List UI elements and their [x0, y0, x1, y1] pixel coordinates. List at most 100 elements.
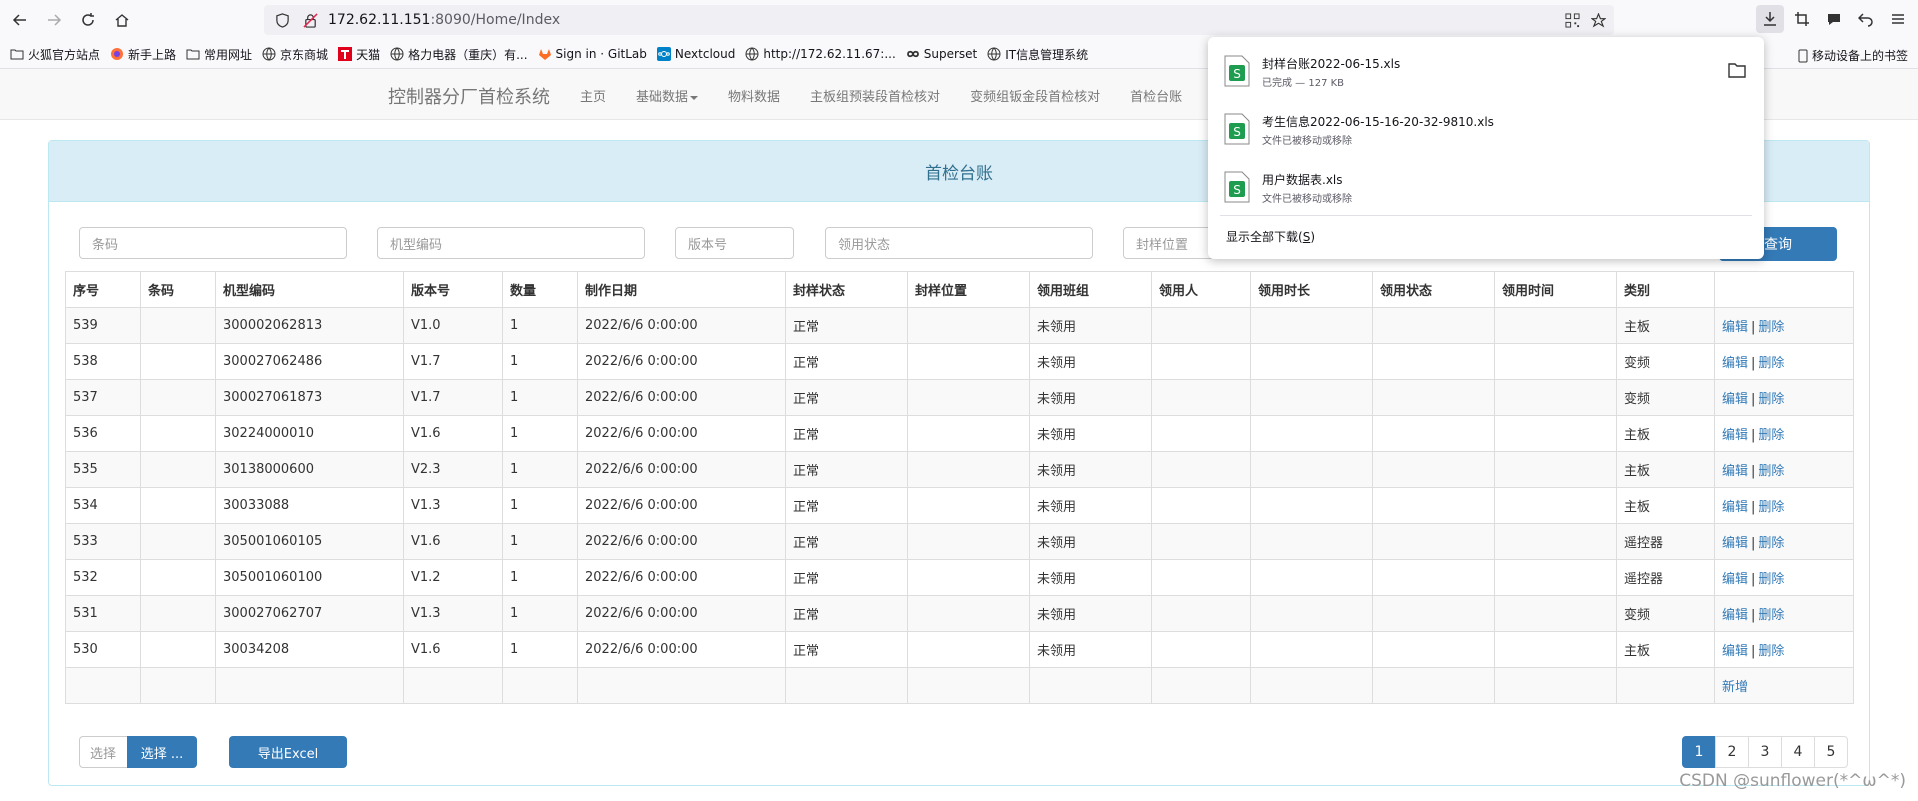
bookmark-star-icon[interactable] [1588, 10, 1608, 30]
cell-duration [1250, 595, 1373, 632]
cell-actions: 编辑 | 删除 [1714, 451, 1854, 488]
edit-link[interactable]: 编辑 [1722, 356, 1748, 371]
cell-use-time [1494, 343, 1617, 380]
reload-button[interactable] [74, 6, 102, 34]
mobile-device-icon [1797, 49, 1809, 63]
downloads-button[interactable] [1756, 5, 1784, 33]
version-input[interactable]: 版本号 [675, 227, 794, 259]
edit-link[interactable]: 编辑 [1722, 536, 1748, 551]
gitlab-icon [538, 47, 552, 61]
bookmark-item[interactable]: http://172.62.11.67:... [745, 47, 896, 61]
delete-link[interactable]: 删除 [1758, 572, 1784, 587]
bookmark-item[interactable]: IT信息管理系统 [987, 46, 1088, 63]
back-button[interactable] [6, 6, 34, 34]
column-header: 条码 [140, 271, 216, 308]
separator: | [1751, 572, 1756, 587]
bookmark-item[interactable]: 常用网址 [186, 46, 252, 63]
show-all-downloads[interactable]: 显示全部下载(S) [1226, 228, 1315, 245]
folder-icon[interactable] [1728, 62, 1746, 78]
edit-link[interactable]: 编辑 [1722, 500, 1748, 515]
cell-category: 主板 [1616, 415, 1715, 452]
cell-team: 未领用 [1029, 487, 1152, 524]
edit-link[interactable]: 编辑 [1722, 320, 1748, 335]
delete-link[interactable]: 删除 [1758, 464, 1784, 479]
forward-button[interactable] [40, 6, 68, 34]
edit-link[interactable]: 编辑 [1722, 572, 1748, 587]
nav-item-inverter-check[interactable]: 变频组钣金段首检核对 [970, 86, 1100, 105]
url-text[interactable]: 172.62.11.151:8090/Home/Index [328, 12, 560, 28]
edit-link[interactable]: 编辑 [1722, 392, 1748, 407]
model-input[interactable]: 机型编码 [377, 227, 645, 259]
qr-code-icon[interactable] [1562, 10, 1582, 30]
table-row: 534 30033088 V1.3 1 2022/6/6 0:00:00 正常 未领用 主板编… [65, 487, 1854, 524]
cell-barcode [140, 343, 216, 380]
page-button[interactable]: 2 [1715, 736, 1749, 768]
nav-item-material-data[interactable]: 物料数据 [728, 86, 780, 105]
home-button[interactable] [108, 6, 136, 34]
nav-item-base-data[interactable]: 基础数据 [636, 86, 699, 105]
download-item[interactable]: S 考生信息2022-06-15-16-20-32-9810.xls 文件已被移… [1208, 103, 1764, 155]
empty-cell [1151, 667, 1251, 704]
bookmark-item[interactable]: 新手上路 [110, 46, 176, 63]
delete-link[interactable]: 删除 [1758, 644, 1784, 659]
mobile-bookmarks[interactable]: 移动设备上的书签 [1797, 47, 1908, 64]
export-excel-button[interactable]: 导出Excel [229, 736, 347, 768]
brand-title[interactable]: 控制器分厂首检系统 [388, 83, 550, 109]
screenshot-button[interactable] [1788, 5, 1816, 33]
cell-date: 2022/6/6 0:00:00 [577, 379, 786, 416]
delete-link[interactable]: 删除 [1758, 536, 1784, 551]
delete-link[interactable]: 删除 [1758, 608, 1784, 623]
barcode-input[interactable]: 条码 [79, 227, 347, 259]
bookmark-item[interactable]: Superset [906, 47, 978, 61]
bookmark-item[interactable]: 火狐官方站点 [10, 46, 100, 63]
page-button[interactable]: 5 [1814, 736, 1848, 768]
page-button[interactable]: 3 [1748, 736, 1782, 768]
bookmark-item[interactable]: Nextcloud [656, 47, 735, 61]
insecure-lock-icon[interactable] [300, 10, 320, 30]
browser-toolbar: 172.62.11.151:8090/Home/Index [0, 0, 1918, 40]
menu-button[interactable] [1884, 5, 1912, 33]
bookmark-item[interactable]: 格力电器（重庆）有... [390, 46, 528, 63]
download-item[interactable]: S 封样台账2022-06-15.xls 已完成 — 127 KB [1208, 45, 1764, 97]
edit-link[interactable]: 编辑 [1722, 644, 1748, 659]
page-button[interactable]: 1 [1682, 736, 1716, 768]
cell-location [907, 559, 1030, 596]
add-row: 新增 [65, 667, 1854, 704]
nav-item-home[interactable]: 主页 [580, 86, 606, 105]
file-path-input[interactable]: 选择 [79, 736, 127, 768]
file-picker[interactable]: 选择 选择 ... [79, 736, 197, 768]
page-button[interactable]: 4 [1781, 736, 1815, 768]
column-header [1714, 271, 1854, 308]
use-status-input[interactable]: 领用状态 [825, 227, 1093, 259]
delete-link[interactable]: 删除 [1758, 428, 1784, 443]
delete-link[interactable]: 删除 [1758, 392, 1784, 407]
cell-model: 30224000010 [215, 415, 404, 452]
delete-link[interactable]: 删除 [1758, 500, 1784, 515]
edit-link[interactable]: 编辑 [1722, 428, 1748, 443]
url-bar[interactable]: 172.62.11.151:8090/Home/Index [264, 5, 1614, 35]
bookmark-item[interactable]: Sign in · GitLab [538, 47, 647, 61]
add-link[interactable]: 新增 [1722, 680, 1748, 695]
undo-button[interactable] [1852, 5, 1880, 33]
shield-icon[interactable] [272, 10, 292, 30]
nav-item-ledger[interactable]: 首检台账 [1130, 86, 1182, 105]
delete-link[interactable]: 删除 [1758, 356, 1784, 371]
edit-link[interactable]: 编辑 [1722, 608, 1748, 623]
bookmark-label: Superset [923, 47, 978, 61]
file-select-button[interactable]: 选择 ... [127, 736, 197, 768]
nav-item-mainboard-check[interactable]: 主板组预装段首检核对 [810, 86, 940, 105]
chat-button[interactable] [1820, 5, 1848, 33]
cell-seal-status: 正常 [785, 379, 908, 416]
separator: | [1751, 608, 1756, 623]
cell-duration [1250, 451, 1373, 488]
download-item[interactable]: S 用户数据表.xls 文件已被移动或移除 [1208, 161, 1764, 213]
cell-seal-status: 正常 [785, 451, 908, 488]
bookmark-item[interactable]: 京东商城 [262, 46, 328, 63]
arrow-left-icon [12, 14, 26, 26]
bookmark-item[interactable]: 天猫 [338, 46, 380, 63]
cell-seal-status: 正常 [785, 559, 908, 596]
edit-link[interactable]: 编辑 [1722, 464, 1748, 479]
cell-team: 未领用 [1029, 343, 1152, 380]
delete-link[interactable]: 删除 [1758, 320, 1784, 335]
cell-seal-status: 正常 [785, 595, 908, 632]
